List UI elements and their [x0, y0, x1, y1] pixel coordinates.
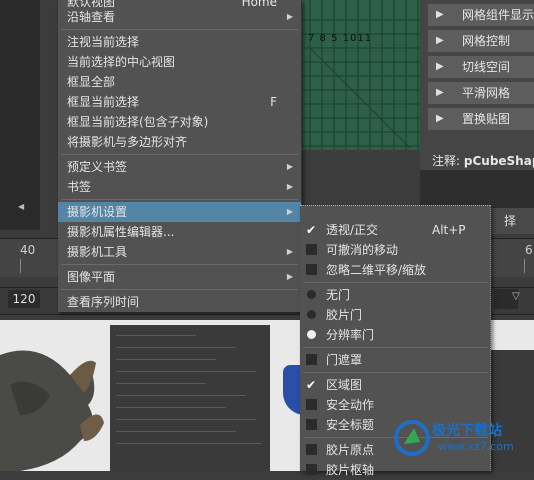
menu-separator [303, 347, 488, 348]
submenu-arrow-icon: ▶ [286, 207, 293, 216]
watermark-name: 极光下载站 [432, 423, 502, 439]
menu-item-look-along-axis[interactable]: 沿轴查看 ▶ [58, 7, 301, 27]
menu-separator [61, 199, 298, 200]
viewport-grid [300, 0, 420, 150]
menu-item-align-camera-polygon[interactable]: 将摄影机与多边形对齐 [58, 132, 301, 152]
menu-item-frame-selection[interactable]: 框显当前选择 F [58, 92, 301, 112]
submenu-item-film-pivot[interactable]: 胶片枢轴 [300, 460, 491, 480]
note-value: pCubeShap [463, 154, 534, 168]
menu-separator [61, 264, 298, 265]
menu-item-view-sequence-time[interactable]: 查看序列时间 [58, 292, 301, 312]
expand-arrow-icon: ▶ [436, 87, 444, 98]
menu-item-center-view[interactable]: 当前选择的中心视图 [58, 52, 301, 72]
submenu-item-gate-mask[interactable]: 门遮罩 [300, 350, 491, 370]
menu-item-frame-all[interactable]: 框显全部 [58, 72, 301, 92]
menu-separator [303, 372, 488, 373]
watermark-url: www.xz7.com [438, 440, 514, 453]
attribute-editor-image [110, 325, 270, 471]
view-menu: 默认视图 Home 沿轴查看 ▶ 注视当前选择 当前选择的中心视图 框显全部 框显当… [58, 0, 302, 312]
submenu-arrow-icon: ▶ [286, 272, 293, 281]
menu-item-look-at-selection[interactable]: 注视当前选择 [58, 32, 301, 52]
menu-item-camera-settings[interactable]: 摄影机设置 ▶ [58, 202, 301, 222]
checkbox-unchecked [306, 464, 317, 475]
shelf-item-tangent-space[interactable]: ▶ 切线空间 [428, 56, 534, 78]
checkbox-unchecked [306, 399, 317, 410]
radio-unselected [307, 290, 316, 299]
left-panel-background [0, 0, 40, 230]
checkbox-unchecked [306, 354, 317, 365]
note-label: 注释: pCubeShap [432, 152, 534, 169]
radio-selected [307, 330, 316, 339]
checkmark-icon: ✔ [306, 378, 317, 392]
rhino-model-image [0, 350, 104, 471]
submenu-item-ignore-2d-pan-zoom[interactable]: 忽略二维平移/缩放 [300, 260, 491, 280]
checkbox-unchecked [306, 444, 317, 455]
ruler-tick [20, 259, 21, 273]
menu-item-camera-attribute-editor[interactable]: 摄影机属性编辑器... [58, 222, 301, 242]
checkbox-unchecked [306, 264, 317, 275]
shelf-item-mesh-control[interactable]: ▶ 网格控制 [428, 30, 534, 52]
range-start-field[interactable]: 120 [8, 290, 40, 308]
select-button[interactable]: 择 [486, 208, 534, 234]
menu-separator [61, 289, 298, 290]
expand-arrow-icon: ▶ [436, 113, 444, 124]
submenu-item-safe-action[interactable]: 安全动作 [300, 395, 491, 415]
ruler-number: 6 [525, 243, 533, 257]
grid-scale-label: 7 8 5 1011 [308, 33, 373, 44]
radio-unselected [307, 310, 316, 319]
checkbox-unchecked [306, 244, 317, 255]
submenu-item-field-chart[interactable]: ✔ 区域图 [300, 375, 491, 395]
shelf-item-smooth-mesh[interactable]: ▶ 平滑网格 [428, 82, 534, 104]
collapse-arrow-icon[interactable]: ◀ [18, 202, 24, 211]
menu-item-image-plane[interactable]: 图像平面 ▶ [58, 267, 301, 287]
submenu-item-film-gate[interactable]: 胶片门 [300, 305, 491, 325]
menu-item-camera-tools[interactable]: 摄影机工具 ▶ [58, 242, 301, 262]
ruler-tick [524, 259, 525, 273]
submenu-arrow-icon: ▶ [286, 12, 293, 21]
submenu-item-resolution-gate[interactable]: 分辨率门 [300, 325, 491, 345]
submenu-item-undoable-movements[interactable]: 可撤消的移动 [300, 240, 491, 260]
shelf-item-mesh-display[interactable]: ▶ 网格组件显示 [428, 4, 534, 26]
expand-arrow-icon: ▶ [436, 35, 444, 46]
checkbox-unchecked [306, 419, 317, 430]
submenu-arrow-icon: ▶ [286, 162, 293, 171]
menu-separator [61, 29, 298, 30]
menu-separator [303, 282, 488, 283]
submenu-item-perspective-ortho[interactable]: ✔ 透视/正交 Alt+P [300, 220, 491, 240]
ruler-number: 40 [20, 243, 36, 257]
watermark-logo-icon [394, 420, 430, 456]
menu-item-frame-selection-children[interactable]: 框显当前选择(包含子对象) [58, 112, 301, 132]
chevron-down-icon[interactable]: ▽ [512, 291, 520, 302]
submenu-arrow-icon: ▶ [286, 247, 293, 256]
menu-separator [61, 154, 298, 155]
submenu-tearoff-line [300, 205, 490, 206]
menu-item-bookmarks[interactable]: 书签 ▶ [58, 177, 301, 197]
submenu-arrow-icon: ▶ [286, 182, 293, 191]
checkmark-icon: ✔ [306, 223, 317, 237]
menu-item-predefined-bookmarks[interactable]: 预定义书签 ▶ [58, 157, 301, 177]
expand-arrow-icon: ▶ [436, 9, 444, 20]
submenu-item-no-gate[interactable]: 无门 [300, 285, 491, 305]
expand-arrow-icon: ▶ [436, 61, 444, 72]
shelf-item-displacement-map[interactable]: ▶ 置换贴图 [428, 108, 534, 130]
